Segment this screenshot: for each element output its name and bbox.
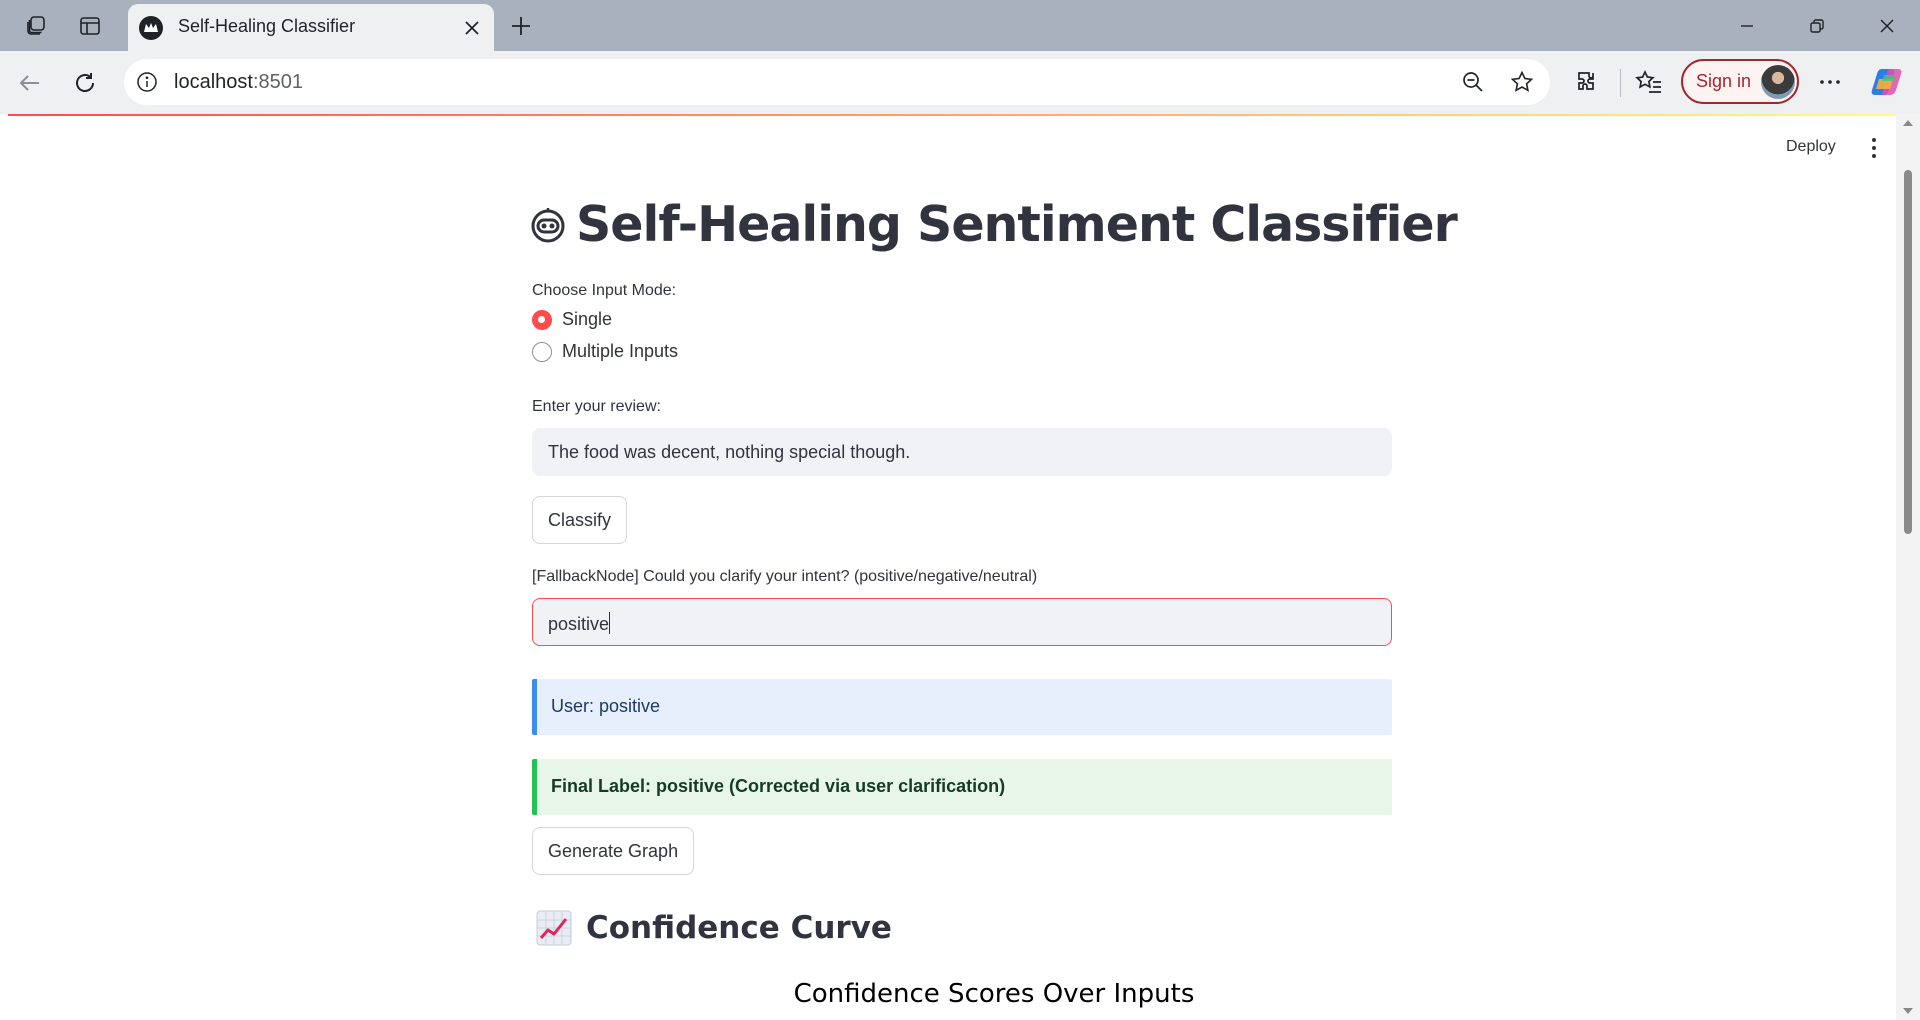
text-caret [609,612,611,634]
active-tab[interactable]: Self-Healing Classifier [128,4,494,51]
clarify-input[interactable]: positive [532,598,1392,646]
page-title: Self-Healing Sentiment Classifier [576,196,1458,253]
title-row: Self-Healing Sentiment Classifier [530,196,1458,253]
new-tab-icon[interactable] [504,9,538,43]
confidence-curve-header: Confidence Curve [536,910,892,946]
input-mode-label: Choose Input Mode: [532,282,677,299]
sign-in-label: Sign in [1696,71,1752,91]
url-host: localhost [174,71,253,93]
user-message-alert: User: positive [532,679,1392,735]
clarify-input-text: positive [548,612,611,635]
final-label-text: Final Label: positive (Corrected via use… [551,776,1006,796]
copilot-icon[interactable] [1870,65,1904,99]
scroll-up-arrow-icon[interactable] [1903,120,1913,126]
radio-multiple-inputs[interactable]: Multiple Inputs [532,341,678,362]
section-title: Confidence Curve [586,910,892,946]
radio-single-indicator[interactable] [532,309,552,330]
final-label-alert: Final Label: positive (Corrected via use… [532,759,1392,815]
back-icon[interactable] [12,65,48,101]
more-options-icon[interactable] [1815,67,1845,97]
url-text: localhost:8501 [174,71,303,94]
deploy-button[interactable]: Deploy [1786,138,1836,156]
refresh-icon[interactable] [67,65,103,101]
zoom-out-icon[interactable] [1458,67,1488,97]
chart-increasing-icon [536,910,572,946]
streamlit-favicon-icon [139,16,163,40]
workspaces-icon[interactable] [20,10,52,42]
close-window-icon[interactable] [1864,8,1910,44]
page-scrollbar[interactable] [1896,114,1920,1020]
review-input[interactable]: The food was decent, nothing special tho… [532,428,1392,476]
radio-single-label: Single [562,309,613,329]
radio-multiple-label: Multiple Inputs [562,341,679,361]
classify-button[interactable]: Classify [532,496,628,544]
main-menu-icon[interactable] [1868,138,1880,158]
user-message-text: User: positive [551,696,661,716]
favorites-icon[interactable] [1634,67,1664,97]
site-info-icon[interactable] [134,69,160,95]
favorite-star-icon[interactable] [1507,67,1537,97]
scroll-down-arrow-icon[interactable] [1903,1008,1913,1014]
toolbar-separator [1620,69,1621,97]
minimize-icon[interactable] [1724,8,1770,44]
extensions-icon[interactable] [1573,67,1603,97]
radio-multiple-indicator[interactable] [532,341,552,362]
tab-title: Self-Healing Classifier [178,16,356,36]
vertical-tabs-icon[interactable] [74,10,106,42]
url-port: :8501 [252,71,303,93]
sign-in-button[interactable]: Sign in [1681,59,1799,104]
radio-single[interactable]: Single [532,309,612,330]
close-tab-icon[interactable] [458,14,486,42]
browser-tab-bar: Self-Healing Classifier [0,0,1920,51]
header-decoration [8,114,1904,116]
browser-toolbar: localhost:8501 Sign in [0,51,1920,114]
page-viewport: Deploy Self-Healing Sentiment Classifier… [8,114,1904,1018]
review-label: Enter your review: [532,398,661,415]
generate-graph-button[interactable]: Generate Graph [532,827,695,875]
clarify-label: [FallbackNode] Could you clarify your in… [532,568,1038,585]
restore-icon[interactable] [1794,8,1840,44]
chart-title: Confidence Scores Over Inputs [793,979,1195,1009]
review-input-value: The food was decent, nothing special tho… [548,442,911,462]
scroll-thumb[interactable] [1904,170,1912,534]
profile-avatar [1761,65,1795,99]
address-bar[interactable]: localhost:8501 [124,59,1550,105]
clarify-input-value: positive [548,614,610,634]
robot-emoji-icon [531,207,565,242]
